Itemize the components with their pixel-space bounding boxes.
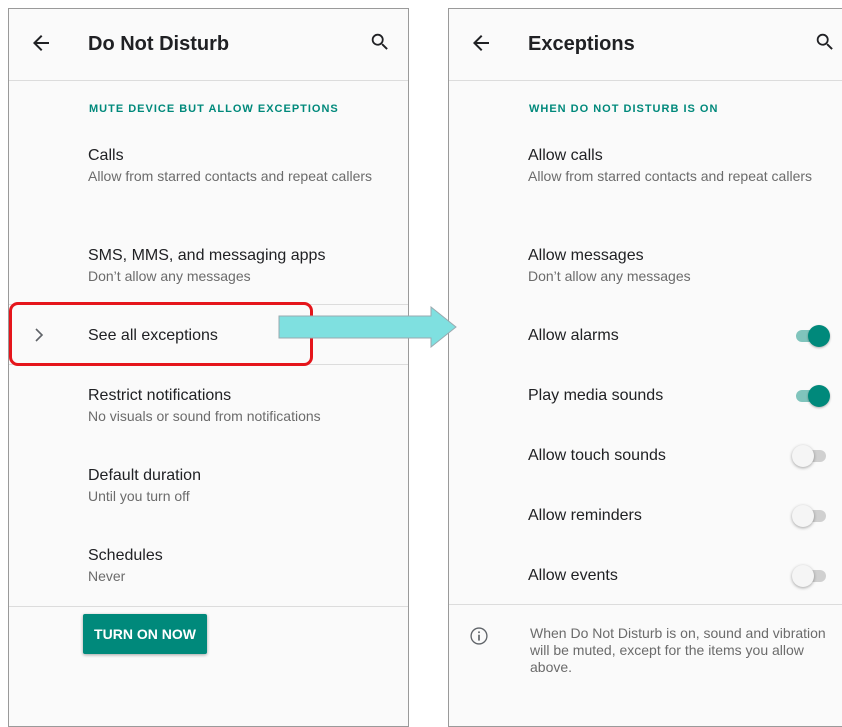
toggle-label: Allow touch sounds	[528, 447, 666, 464]
toggle-label: Play media sounds	[528, 387, 664, 404]
setting-subtitle: Never	[88, 568, 126, 584]
setting-subtitle: No visuals or sound from notifications	[88, 408, 321, 424]
setting-title: Schedules	[88, 547, 163, 564]
toggle-switch-events[interactable]	[792, 563, 832, 587]
toggle-label: Allow events	[528, 567, 618, 584]
setting-schedules[interactable]: Schedules Never	[88, 546, 398, 585]
arrow-back-icon[interactable]	[29, 31, 53, 55]
app-bar-divider	[9, 80, 408, 81]
toggle-switch-media[interactable]	[792, 383, 832, 407]
info-text: When Do Not Disturb is on, sound and vib…	[530, 625, 826, 675]
page-title: Exceptions	[528, 33, 635, 55]
exceptions-screen: Exceptions WHEN DO NOT DISTURB IS ON All…	[448, 8, 842, 727]
toggle-label: Allow alarms	[528, 327, 619, 344]
search-icon[interactable]	[814, 31, 836, 53]
app-bar: Do Not Disturb	[9, 9, 408, 80]
section-header: MUTE DEVICE BUT ALLOW EXCEPTIONS	[89, 103, 339, 115]
setting-restrict-notifications[interactable]: Restrict notifications No visuals or sou…	[88, 386, 398, 425]
toggle-switch-touch-sounds[interactable]	[792, 443, 832, 467]
setting-title: Restrict notifications	[88, 387, 232, 404]
toggle-row-alarms[interactable]: Allow alarms	[528, 326, 832, 346]
setting-subtitle: Don’t allow any messages	[528, 268, 691, 284]
arrow-back-icon[interactable]	[469, 31, 493, 55]
app-bar-divider	[449, 80, 842, 81]
info-icon	[470, 627, 488, 645]
toggle-switch-alarms[interactable]	[792, 323, 832, 347]
setting-subtitle: Until you turn off	[88, 488, 190, 504]
search-icon[interactable]	[369, 31, 391, 53]
turn-on-now-button[interactable]: TURN ON NOW	[83, 614, 207, 654]
setting-title: SMS, MMS, and messaging apps	[88, 247, 326, 264]
page-title: Do Not Disturb	[88, 33, 230, 55]
toggle-row-reminders[interactable]: Allow reminders	[528, 506, 832, 526]
do-not-disturb-screen: Do Not Disturb MUTE DEVICE BUT ALLOW EXC…	[8, 8, 409, 727]
divider	[9, 606, 408, 607]
section-header: WHEN DO NOT DISTURB IS ON	[529, 103, 719, 115]
toggle-row-events[interactable]: Allow events	[528, 566, 832, 586]
setting-subtitle: Don’t allow any messages	[88, 268, 251, 284]
divider	[449, 604, 842, 605]
toggle-row-touch-sounds[interactable]: Allow touch sounds	[528, 446, 832, 466]
setting-title: Allow calls	[528, 147, 603, 164]
setting-calls[interactable]: Calls Allow from starred contacts and re…	[88, 146, 398, 185]
setting-allow-calls[interactable]: Allow calls Allow from starred contacts …	[528, 146, 832, 185]
toggle-row-media[interactable]: Play media sounds	[528, 386, 832, 406]
toggle-label: Allow reminders	[528, 507, 642, 524]
toggle-switch-reminders[interactable]	[792, 503, 832, 527]
setting-messages[interactable]: SMS, MMS, and messaging apps Don’t allow…	[88, 246, 398, 285]
setting-title: Allow messages	[528, 247, 644, 264]
app-bar: Exceptions	[449, 9, 842, 80]
highlight-box	[9, 302, 313, 366]
setting-allow-messages[interactable]: Allow messages Don’t allow any messages	[528, 246, 832, 285]
arrow-right-icon	[278, 306, 457, 348]
setting-default-duration[interactable]: Default duration Until you turn off	[88, 466, 398, 505]
setting-title: Calls	[88, 147, 124, 164]
setting-subtitle: Allow from starred contacts and repeat c…	[528, 168, 813, 184]
setting-title: Default duration	[88, 467, 201, 484]
setting-subtitle: Allow from starred contacts and repeat c…	[88, 168, 373, 184]
